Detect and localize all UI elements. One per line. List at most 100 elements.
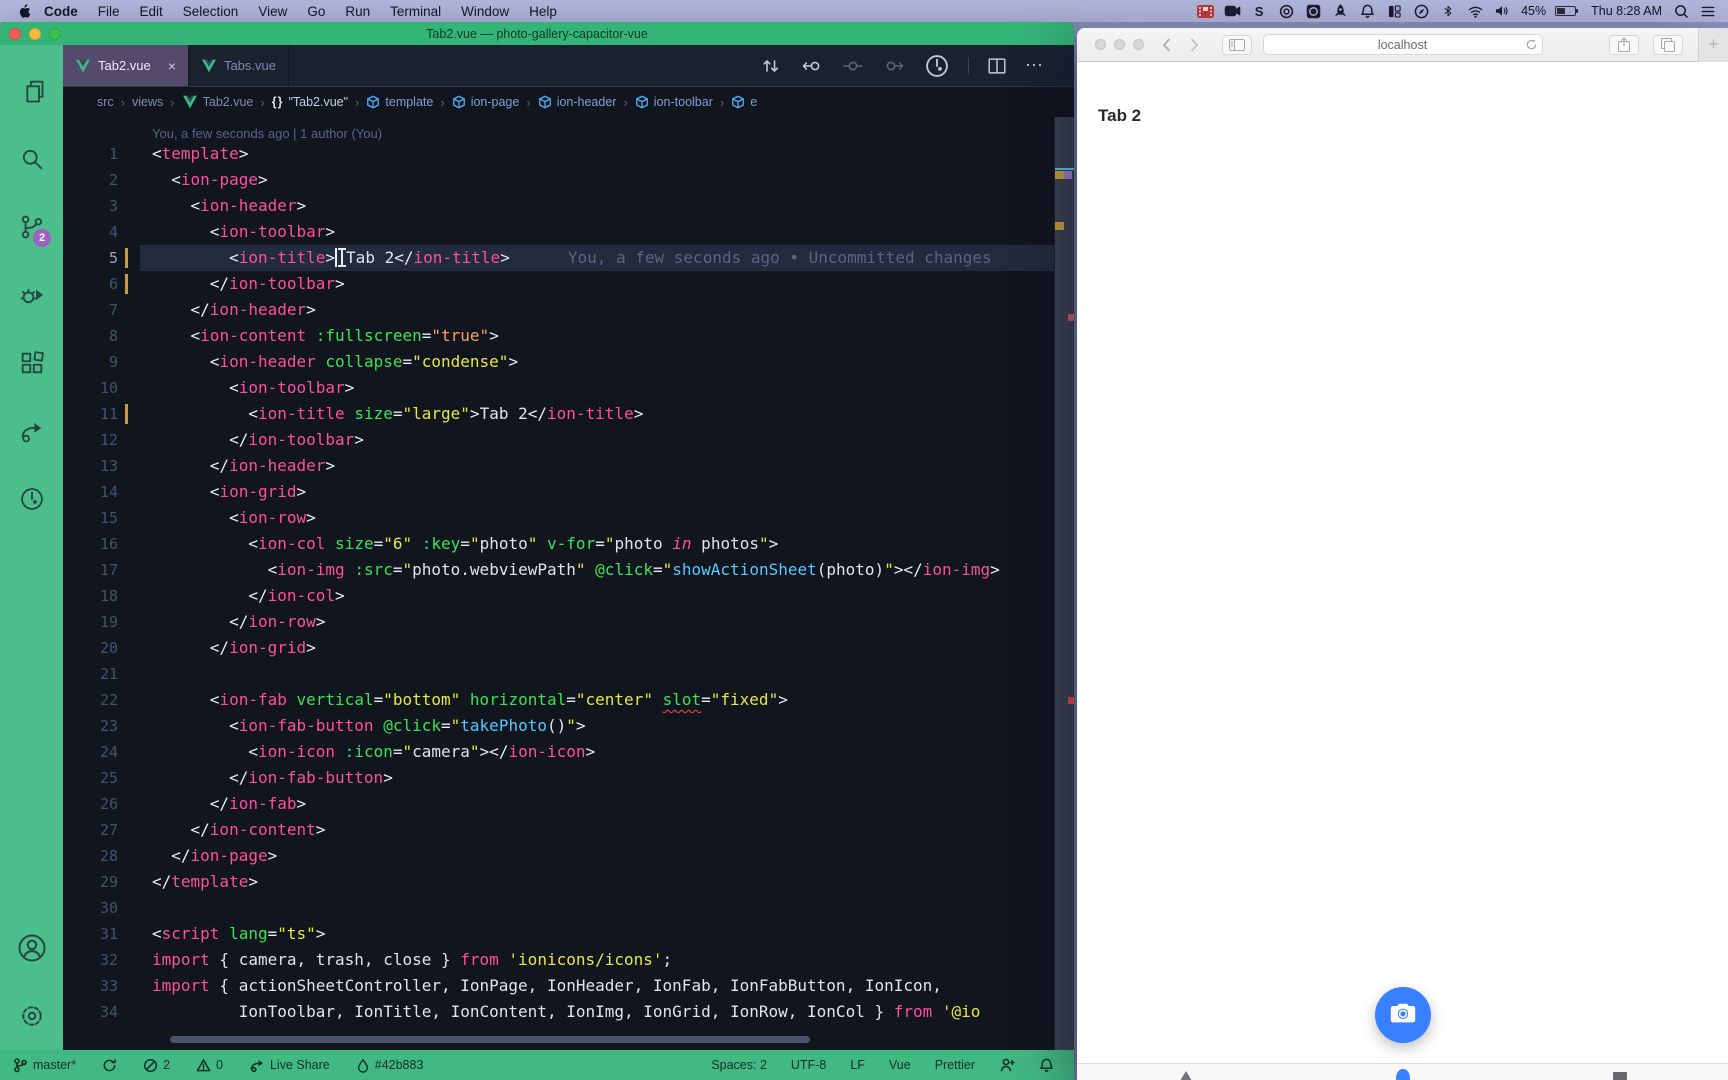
activity-bar-explorer-icon[interactable] [0,57,63,125]
status-item-label: UTF-8 [791,1058,826,1072]
breadcrumb-item-ion-page[interactable]: ion-page [452,95,520,109]
code-editor[interactable]: You, a few seconds ago | 1 author (You) … [63,117,1074,1050]
new-tab-button[interactable]: + [1698,28,1728,62]
zoom-window-button[interactable] [49,28,61,40]
status-item-person[interactable] [999,1057,1015,1073]
status-item-master-[interactable]: master* [12,1057,76,1073]
close-tab-icon[interactable]: × [168,58,176,74]
back-button[interactable] [1155,35,1177,55]
status-item-bell[interactable] [1039,1057,1054,1073]
film-menu-icon[interactable] [1195,3,1215,19]
bell-menu-icon[interactable] [1357,3,1377,19]
ionic-tab-tab-3[interactable]: Tab 3 [1511,1064,1728,1080]
menu-item-selection[interactable]: Selection [173,0,249,22]
activity-bar-settings-icon[interactable] [0,982,63,1050]
forward-button[interactable] [1183,35,1205,55]
status-item-utf-8[interactable]: UTF-8 [791,1058,826,1072]
menu-item-window[interactable]: Window [451,0,519,22]
status-item-#42b883[interactable]: #42b883 [356,1058,424,1073]
ionic-tab-tab-1[interactable]: Tab 1 [1077,1064,1294,1080]
overview-ruler-scrollbar[interactable] [1054,117,1074,1050]
apple-menu-icon[interactable] [14,3,34,19]
rocket-menu-icon[interactable] [1330,3,1350,19]
minimize-window-button[interactable] [1114,39,1125,50]
close-window-button[interactable] [9,28,21,40]
activity-bar-run-debug-icon[interactable] [0,261,63,329]
activity-bar-account-icon[interactable] [0,914,63,982]
code-line-19: 19 </ion-row> [63,609,1074,635]
breadcrumb-item-e[interactable]: e [731,95,757,109]
menu-item-terminal[interactable]: Terminal [380,0,451,22]
nav-forward-icon[interactable] [882,54,906,78]
status-item-2[interactable]: 2 [143,1058,170,1073]
ionic-tab-tab-2[interactable]: Tab 2 [1294,1064,1511,1080]
split-bars-menu-icon[interactable] [1384,3,1404,19]
menu-bar-clock[interactable]: Thu 8:28 AM [1583,4,1664,18]
breadcrumb-item-src[interactable]: src [97,95,114,109]
status-item-vue[interactable]: Vue [889,1058,911,1072]
spotlight-icon[interactable] [1671,3,1691,19]
address-bar[interactable]: localhost [1263,34,1543,55]
activity-bar-source-control-icon[interactable]: 2 [0,193,63,261]
timer-icon[interactable] [923,52,951,80]
videocam-menu-icon[interactable] [1222,3,1242,19]
status-item-0[interactable]: 0 [196,1058,223,1073]
compare-changes-icon[interactable] [759,54,783,78]
compass-menu-icon[interactable] [1411,3,1431,19]
speaker-menu-icon[interactable] [1492,3,1512,19]
bluetooth-menu-icon[interactable] [1438,3,1458,19]
activity-bar-extensions-icon[interactable] [0,329,63,397]
activity-bar-search-icon[interactable] [0,125,63,193]
minimize-window-button[interactable] [29,28,41,40]
menu-item-view[interactable]: View [248,0,297,22]
zoom-window-button[interactable] [1133,39,1144,50]
split-editor-icon[interactable] [986,55,1008,77]
horizontal-scrollbar[interactable] [170,1036,810,1043]
nav-back-icon[interactable] [800,54,824,78]
show-tabs-button[interactable] [1653,35,1683,55]
code-text: import { camera, trash, close } from 'io… [140,947,1074,973]
line-number: 21 [63,665,140,683]
menu-item-edit[interactable]: Edit [130,0,173,22]
breadcrumb-item-ion-toolbar[interactable]: ion-toolbar [635,95,713,109]
status-item-sync[interactable] [102,1058,117,1073]
vscode-window: Tab2.vue — photo-gallery-capacitor-vue 2… [0,22,1074,1080]
share-button[interactable] [1609,35,1639,55]
breadcrumb-item--tab2-vue-[interactable]: {}"Tab2.vue" [272,95,348,109]
spiral-menu-icon[interactable] [1276,3,1296,19]
cam-box-menu-icon[interactable] [1303,3,1323,19]
code-line-15: 15 <ion-row> [63,505,1074,531]
more-actions-icon[interactable]: ⋯ [1025,55,1044,76]
code-text: <ion-grid> [140,479,1074,505]
status-item-lf[interactable]: LF [850,1058,865,1072]
code-text: <ion-content :fullscreen="true"> [140,323,1074,349]
wifi-menu-icon[interactable] [1465,3,1485,19]
breadcrumb-item-ion-header[interactable]: ion-header [538,95,617,109]
menu-item-code[interactable]: Code [34,0,88,22]
activity-bar-live-share-icon[interactable] [0,397,63,465]
breadcrumb-item-tab2-vue[interactable]: Tab2.vue [182,95,254,109]
sync-icon [102,1058,117,1073]
status-item-live-share[interactable]: Live Share [249,1057,330,1073]
vue-icon [75,59,91,73]
editor-tab-tab2.vue[interactable]: Tab2.vue× [63,45,189,86]
sidebar-toggle-button[interactable] [1222,35,1252,55]
close-window-button[interactable] [1095,39,1106,50]
reload-icon[interactable] [1526,39,1537,50]
vscode-title-bar[interactable]: Tab2.vue — photo-gallery-capacitor-vue [0,22,1074,45]
control-center-icon[interactable] [1698,3,1718,19]
camera-fab-button[interactable] [1375,987,1431,1043]
breadcrumb-item-template[interactable]: template [366,95,433,109]
menu-item-help[interactable]: Help [519,0,567,22]
breadcrumb-item-views[interactable]: views [132,95,163,109]
menu-item-go[interactable]: Go [297,0,335,22]
activity-bar-timer-icon[interactable] [0,465,63,533]
menu-item-run[interactable]: Run [335,0,380,22]
status-item-spaces-2[interactable]: Spaces: 2 [711,1058,767,1072]
line-number: 1 [63,145,140,163]
status-item-prettier[interactable]: Prettier [935,1058,975,1072]
nav-center-icon[interactable] [841,54,865,78]
menu-item-file[interactable]: File [88,0,130,22]
letter-s-menu-icon[interactable]: S [1249,3,1269,19]
editor-tab-tabs.vue[interactable]: Tabs.vue [189,45,289,86]
